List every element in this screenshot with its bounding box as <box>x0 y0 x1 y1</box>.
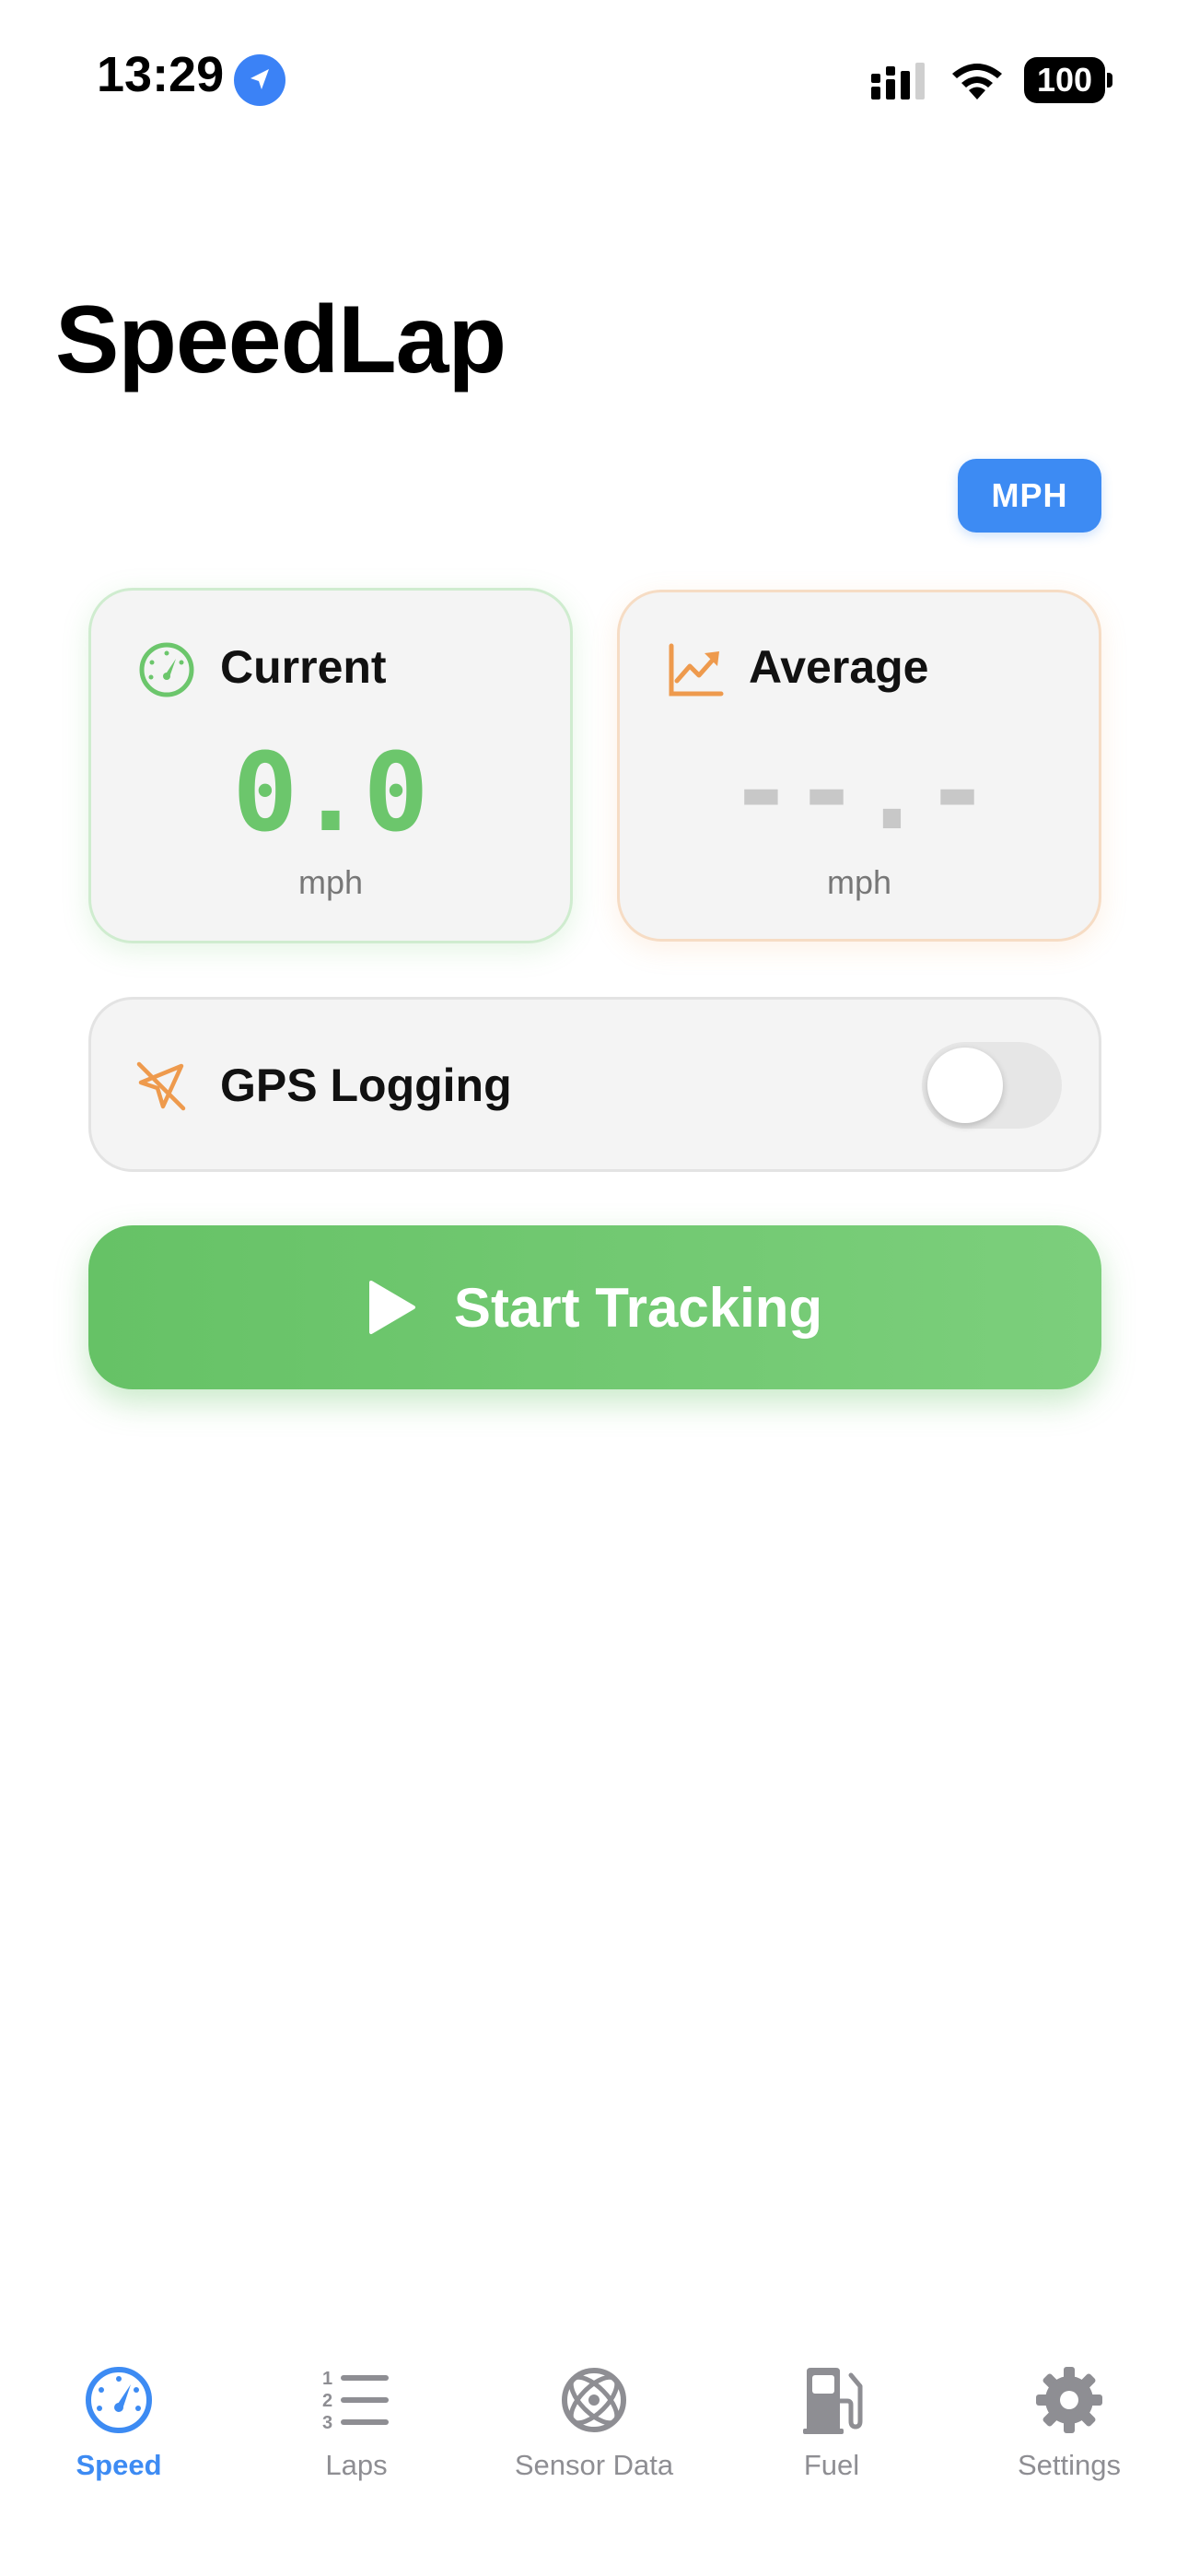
tab-label: Laps <box>325 2449 388 2481</box>
svg-text:3: 3 <box>322 2413 332 2433</box>
gear-icon <box>1033 2364 1105 2436</box>
gps-logging-row: GPS Logging <box>88 997 1101 1172</box>
speedometer-icon <box>137 640 196 699</box>
gps-logging-label: GPS Logging <box>220 1060 512 1111</box>
battery-icon: 100 <box>1024 57 1114 103</box>
unit-toggle-button[interactable]: MPH <box>958 459 1101 533</box>
tab-label: Settings <box>1017 2449 1121 2481</box>
current-label: Current <box>220 641 387 693</box>
svg-text:1: 1 <box>322 2369 332 2389</box>
play-icon <box>367 1280 417 1335</box>
trend-chart-icon <box>666 640 725 699</box>
average-speed-card: Average --.- mph <box>617 590 1101 942</box>
tab-sensor-data[interactable]: Sensor Data <box>475 2340 713 2524</box>
start-tracking-label: Start Tracking <box>453 1276 823 1339</box>
tab-bar: Speed 1 2 3 Laps Sensor Data Fuel Settin… <box>0 2340 1188 2576</box>
tab-label: Speed <box>76 2449 162 2481</box>
tab-laps[interactable]: 1 2 3 Laps <box>238 2340 475 2524</box>
current-speed-card: Current 0.0 mph <box>88 588 573 943</box>
location-slash-icon <box>134 1059 189 1114</box>
gyroscope-icon <box>558 2364 630 2436</box>
status-time: 13:29 <box>97 47 225 102</box>
start-tracking-button[interactable]: Start Tracking <box>88 1225 1101 1389</box>
average-speed-unit: mph <box>826 863 892 901</box>
toggle-knob <box>927 1048 1003 1123</box>
svg-text:2: 2 <box>322 2391 332 2411</box>
tab-settings[interactable]: Settings <box>950 2340 1188 2524</box>
average-label: Average <box>749 641 929 693</box>
wifi-icon <box>949 59 1006 101</box>
battery-level: 100 <box>1024 57 1105 103</box>
average-speed-value: --.- <box>728 727 991 854</box>
speedometer-icon <box>83 2364 155 2436</box>
location-arrow-icon <box>234 54 285 106</box>
fuel-pump-icon <box>796 2364 868 2436</box>
page-title: SpeedLap <box>55 287 507 393</box>
tab-label: Sensor Data <box>514 2449 674 2481</box>
cellular-signal-icon <box>869 61 930 101</box>
tab-label: Fuel <box>803 2449 860 2481</box>
status-bar: 13:29 100 <box>0 0 1188 138</box>
gps-logging-toggle[interactable] <box>922 1042 1062 1129</box>
tab-fuel[interactable]: Fuel <box>713 2340 950 2524</box>
tab-speed[interactable]: Speed <box>0 2340 238 2524</box>
numbered-list-icon: 1 2 3 <box>320 2364 392 2436</box>
current-speed-value: 0.0 <box>232 729 429 856</box>
current-speed-unit: mph <box>297 863 364 901</box>
